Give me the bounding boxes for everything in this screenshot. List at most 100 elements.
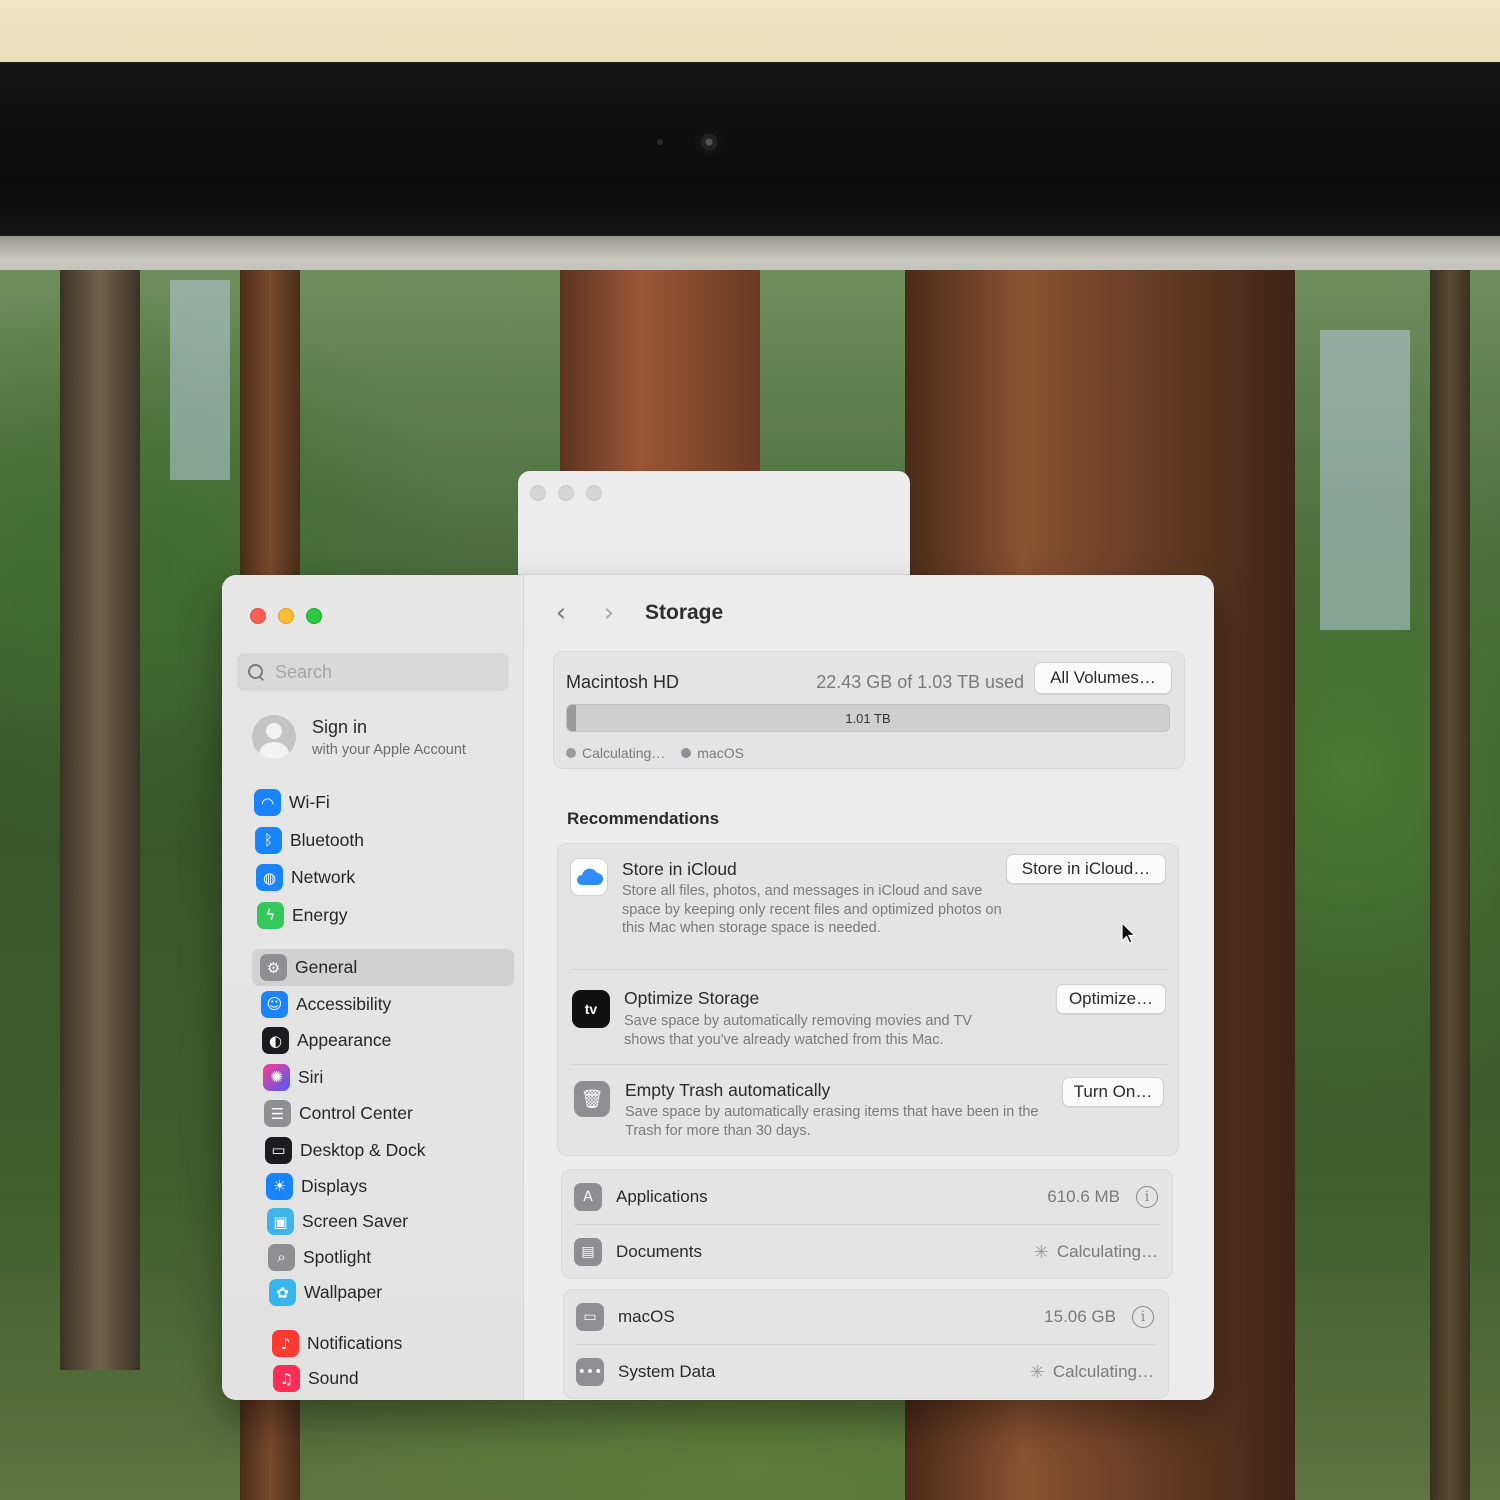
category-label: System Data xyxy=(618,1362,716,1381)
category-group-user: A Applications 610.6 MB i ▤ Documents ✳ … xyxy=(561,1169,1173,1279)
storage-bar: 1.01 TB xyxy=(566,704,1170,732)
category-size: 15.06 GB xyxy=(1044,1307,1116,1326)
icloud-icon xyxy=(570,858,608,896)
search-field[interactable] xyxy=(237,653,509,691)
sidebar-item-displays[interactable]: ☀ Displays xyxy=(252,1168,514,1204)
zoom-button-inactive[interactable] xyxy=(586,485,602,501)
sidebar-item-siri[interactable]: ✺ Siri xyxy=(252,1059,514,1096)
sidebar-item-label: Appearance xyxy=(297,1030,392,1051)
page-title: Storage xyxy=(645,601,724,624)
sidebar-item-label: Siri xyxy=(298,1066,324,1087)
bluetooth-icon: ᛒ xyxy=(255,826,282,854)
sidebar-item-label: Wi-Fi xyxy=(289,792,330,813)
appearance-icon: ◐ xyxy=(262,1027,289,1055)
turn-on-button[interactable]: Turn On… xyxy=(1062,1077,1164,1107)
storage-bar-label: 1.01 TB xyxy=(845,710,891,726)
sidebar-item-network[interactable]: ◍ Network xyxy=(250,859,520,897)
sky-patch xyxy=(1320,330,1410,630)
disk-name: Macintosh HD xyxy=(566,672,680,692)
sidebar-item-wifi[interactable]: ◠ Wi-Fi xyxy=(250,784,520,822)
mouse-pointer-icon xyxy=(1121,922,1137,944)
sidebar-item-bluetooth[interactable]: ᛒ Bluetooth xyxy=(250,822,520,860)
apple-account-item[interactable]: Sign in with your Apple Account xyxy=(252,713,512,761)
storage-legend: Calculating… macOS xyxy=(566,745,744,761)
close-button-inactive[interactable] xyxy=(530,485,546,501)
bolt-icon: ϟ xyxy=(257,901,284,929)
sidebar-item-label: Sound xyxy=(308,1368,359,1388)
disk-summary-card: Macintosh HD 22.43 GB of 1.03 TB used Al… xyxy=(553,651,1185,769)
category-label: macOS xyxy=(618,1307,675,1326)
recommendations-card: Store in iCloud Store all files, photos,… xyxy=(557,843,1179,1156)
screen-saver-icon: ▣ xyxy=(267,1208,294,1236)
sidebar-item-label: Energy xyxy=(292,904,348,925)
info-icon[interactable]: i xyxy=(1132,1306,1154,1328)
category-row-macos[interactable]: ▭ macOS 15.06 GB i xyxy=(564,1290,1168,1344)
search-input[interactable] xyxy=(275,661,495,683)
minimize-button[interactable] xyxy=(278,608,294,624)
account-title: Sign in xyxy=(312,716,368,737)
sidebar-item-notifications[interactable]: ♪ Notifications xyxy=(254,1326,516,1361)
legend-dot xyxy=(681,748,692,758)
sidebar-item-energy[interactable]: ϟ Energy xyxy=(250,897,520,935)
app-store-icon: A xyxy=(574,1183,602,1211)
category-status: ✳ Calculating… xyxy=(1030,1362,1154,1383)
sidebar-item-screen-saver[interactable]: ▣ Screen Saver xyxy=(252,1204,514,1240)
category-row-applications[interactable]: A Applications 610.6 MB i xyxy=(562,1170,1172,1224)
sidebar-item-label: Desktop & Dock xyxy=(300,1139,426,1160)
category-size: Calculating… xyxy=(1052,1362,1154,1381)
recommendation-title: Empty Trash automatically xyxy=(625,1080,831,1100)
category-size: Calculating… xyxy=(1056,1242,1158,1261)
sidebar-item-sound[interactable]: ♫ Sound xyxy=(254,1361,516,1396)
legend-item: macOS xyxy=(681,745,744,761)
tree-trunk xyxy=(1430,270,1470,1500)
control-center-icon: ☰ xyxy=(264,1100,291,1128)
monitor-bezel xyxy=(0,62,1500,262)
sky-patch xyxy=(170,280,230,480)
sidebar-item-appearance[interactable]: ◐ Appearance xyxy=(252,1023,514,1060)
sidebar-item-general[interactable]: ⚙ General xyxy=(252,949,514,986)
sidebar-item-label: General xyxy=(295,957,358,977)
category-status: ✳ Calculating… xyxy=(1034,1242,1158,1263)
toolbar: ‹ › Storage xyxy=(525,575,1214,651)
sidebar-item-label: Spotlight xyxy=(303,1246,372,1267)
sidebar-item-wallpaper[interactable]: ✿ Wallpaper xyxy=(252,1275,514,1310)
traffic-lights xyxy=(250,608,322,624)
sidebar-item-control-center[interactable]: ☰ Control Center xyxy=(252,1096,514,1133)
spinner-icon: ✳ xyxy=(1033,1241,1049,1263)
recommendation-empty-trash: 🗑 Empty Trash automatically Save space b… xyxy=(558,1065,1178,1157)
sidebar-item-accessibility[interactable]: ☺ Accessibility xyxy=(252,986,514,1023)
optimize-button[interactable]: Optimize… xyxy=(1056,984,1166,1014)
info-icon[interactable]: i xyxy=(1136,1186,1158,1208)
webcam xyxy=(695,128,723,156)
ellipsis-icon: ••• xyxy=(576,1358,604,1386)
category-group-system: ▭ macOS 15.06 GB i ••• System Data ✳ Cal… xyxy=(563,1289,1169,1399)
legend-dot xyxy=(566,748,576,758)
sidebar-item-label: Displays xyxy=(301,1175,368,1196)
category-row-system-data[interactable]: ••• System Data ✳ Calculating… xyxy=(564,1345,1168,1399)
store-in-icloud-button[interactable]: Store in iCloud… xyxy=(1006,854,1166,884)
sidebar-item-label: Wallpaper xyxy=(304,1282,383,1302)
recommendation-optimize: tv Optimize Storage Save space by automa… xyxy=(558,970,1178,1064)
speaker-icon: ♫ xyxy=(273,1365,300,1392)
zoom-button[interactable] xyxy=(306,608,322,624)
recommendation-description: Store all files, photos, and messages in… xyxy=(622,883,1002,936)
sidebar-item-label: Notifications xyxy=(307,1333,403,1353)
close-button[interactable] xyxy=(250,608,266,624)
category-row-documents[interactable]: ▤ Documents ✳ Calculating… xyxy=(562,1225,1172,1279)
sidebar-item-spotlight[interactable]: ⌕ Spotlight xyxy=(252,1240,514,1276)
sidebar-item-label: Bluetooth xyxy=(290,829,364,850)
sidebar: Sign in with your Apple Account ◠ Wi-Fi … xyxy=(222,575,524,1400)
back-button[interactable]: ‹ xyxy=(541,593,581,633)
sidebar-item-desktop-dock[interactable]: ▭ Desktop & Dock xyxy=(252,1132,514,1168)
avatar xyxy=(252,715,296,759)
globe-icon: ◍ xyxy=(256,864,283,892)
display-icon: ▭ xyxy=(576,1303,604,1331)
document-icon: ▤ xyxy=(574,1238,602,1266)
gear-icon: ⚙ xyxy=(260,954,287,981)
forward-button[interactable]: › xyxy=(589,593,629,633)
system-settings-window: Sign in with your Apple Account ◠ Wi-Fi … xyxy=(222,575,1214,1400)
trash-icon: 🗑 xyxy=(574,1081,610,1117)
all-volumes-button[interactable]: All Volumes… xyxy=(1034,662,1172,694)
minimize-button-inactive[interactable] xyxy=(558,485,574,501)
dock-icon: ▭ xyxy=(265,1136,292,1164)
